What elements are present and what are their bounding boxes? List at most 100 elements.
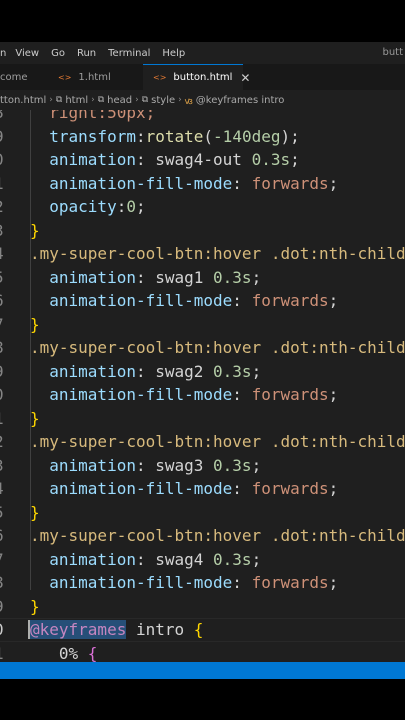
status-bar (0, 662, 405, 679)
code-token: :hover (203, 526, 271, 545)
chevron-right-icon: › (49, 95, 53, 105)
breadcrumb-file[interactable]: tton.html (0, 95, 46, 106)
code-token: 0.3s (213, 361, 252, 381)
element-icon: ⧉ (141, 95, 149, 105)
menu-item-terminal[interactable]: Terminal (102, 48, 156, 59)
line-number: 7 (0, 548, 6, 572)
code-token: forwards (251, 173, 329, 193)
line-number: 9 (0, 595, 6, 619)
breadcrumb-head[interactable]: head (107, 95, 132, 106)
code-token: ); (280, 126, 300, 146)
code-line[interactable]: 0 animation-fill-mode: forwards; (0, 383, 405, 407)
code-text: opacity:0; (30, 195, 145, 219)
code-line[interactable]: 5 animation: swag1 0.3s; (0, 266, 405, 290)
code-text: .my-super-cool-btn:hover .dot:nth-child (30, 336, 405, 360)
code-line[interactable]: 1} (0, 407, 405, 431)
code-token: :nth-child (309, 526, 405, 545)
window-title: butt (382, 47, 403, 58)
element-icon: ⧉ (55, 95, 63, 105)
code-line[interactable]: 3} (0, 219, 405, 243)
code-text: right:50px; (30, 110, 155, 125)
code-line[interactable]: 1 animation-fill-mode: forwards; (0, 172, 405, 196)
code-line[interactable]: 6 animation-fill-mode: forwards; (0, 289, 405, 313)
code-line[interactable]: 2 opacity:0; (0, 195, 405, 219)
line-number: 1 (0, 172, 6, 196)
code-line[interactable]: 0 @keyframes intro { (0, 618, 405, 642)
keyframes-icon: ꟃ (184, 96, 193, 107)
code-line[interactable]: 0 animation: swag4-out 0.3s; (0, 148, 405, 172)
code-line[interactable]: 1 0% { (0, 642, 405, 663)
line-number: 4 (0, 242, 6, 266)
code-token: : (232, 291, 252, 310)
code-token: : (232, 385, 252, 404)
code-editor[interactable]: 8 right:50px;9 transform:rotate(-140deg)… (0, 110, 405, 662)
line-number: 6 (0, 524, 6, 548)
code-line[interactable]: 6 .my-super-cool-btn:hover .dot:nth-child (0, 524, 405, 548)
menu-item-file[interactable]: n (0, 48, 12, 59)
breadcrumb-keyframes[interactable]: @keyframes intro (196, 95, 285, 106)
code-token: intro (135, 620, 185, 639)
line-number: 5 (0, 501, 6, 525)
code-text: animation-fill-mode: forwards; (30, 289, 338, 313)
code-token: right:50px; (30, 110, 156, 122)
code-token: 0.3s (213, 549, 252, 569)
code-token: } (30, 502, 40, 522)
code-line[interactable]: 7} (0, 313, 405, 337)
code-token: ; (328, 385, 339, 404)
line-number: 8 (0, 571, 6, 595)
code-line[interactable]: 4 animation-fill-mode: forwards; (0, 477, 405, 501)
tab-label: come (0, 71, 28, 83)
breadcrumb-style[interactable]: style (151, 95, 175, 106)
code-token: @keyframes (30, 620, 127, 639)
tab-welcome[interactable]: come (0, 64, 50, 90)
close-icon[interactable]: ✕ (240, 71, 250, 85)
code-line[interactable]: 8 .my-super-cool-btn:hover .dot:nth-child (0, 336, 405, 360)
code-token: animation-fill-mode (30, 291, 233, 310)
code-line[interactable]: 8 animation-fill-mode: forwards; (0, 571, 405, 595)
code-text: animation-fill-mode: forwards; (30, 172, 338, 196)
code-token: { (193, 620, 204, 639)
code-line[interactable]: 9 transform:rotate(-140deg); (0, 125, 405, 149)
menu-item-run[interactable]: Run (71, 48, 102, 59)
line-number: 5 (0, 266, 6, 290)
line-number: 2 (0, 430, 6, 454)
code-token: : (135, 549, 156, 569)
code-token: .dot (270, 338, 310, 357)
code-text: @keyframes intro { (30, 618, 203, 642)
code-text: .my-super-cool-btn:hover .dot:nth-child (30, 524, 405, 548)
menu-item-go[interactable]: Go (45, 48, 71, 59)
tab-1-html[interactable]: <> 1.html (58, 64, 138, 90)
code-line[interactable]: 4 .my-super-cool-btn:hover .dot:nth-child (0, 242, 405, 266)
code-line[interactable]: 2 .my-super-cool-btn:hover .dot:nth-child (0, 430, 405, 454)
code-line[interactable]: 5} (0, 501, 405, 525)
code-token: : (135, 455, 156, 475)
code-token: swag1 (155, 267, 214, 287)
code-token: .my-super-cool-btn (30, 432, 204, 451)
code-token: : (135, 126, 146, 146)
code-line[interactable]: 7 animation: swag4 0.3s; (0, 548, 405, 572)
line-number: 4 (0, 477, 6, 501)
code-line[interactable]: 9} (0, 595, 405, 619)
code-line[interactable]: 9 animation: swag2 0.3s; (0, 360, 405, 384)
code-text: animation-fill-mode: forwards; (30, 383, 338, 407)
line-number: 3 (0, 454, 6, 478)
code-token: 0 (126, 197, 136, 216)
code-text: animation-fill-mode: forwards; (30, 571, 338, 595)
menu-item-view[interactable]: View (12, 48, 45, 59)
screen-top-black (0, 0, 405, 42)
code-token: forwards (251, 291, 329, 310)
breadcrumb-html[interactable]: html (65, 95, 88, 106)
tab-label: 1.html (78, 71, 111, 83)
code-token: swag2 (155, 361, 214, 381)
tab-button-html[interactable]: <> button.html ✕ (143, 64, 250, 90)
code-token: .my-super-cool-btn (30, 526, 204, 545)
code-token: .my-super-cool-btn (30, 338, 204, 357)
code-token: swag4 (155, 549, 214, 569)
code-token: ; (251, 267, 262, 287)
menu-item-help[interactable]: Help (156, 48, 191, 59)
code-line[interactable]: 8 right:50px; (0, 110, 405, 125)
code-line[interactable]: 3 animation: swag3 0.3s; (0, 454, 405, 478)
code-token: ( (203, 126, 214, 146)
line-number: 9 (0, 360, 6, 384)
